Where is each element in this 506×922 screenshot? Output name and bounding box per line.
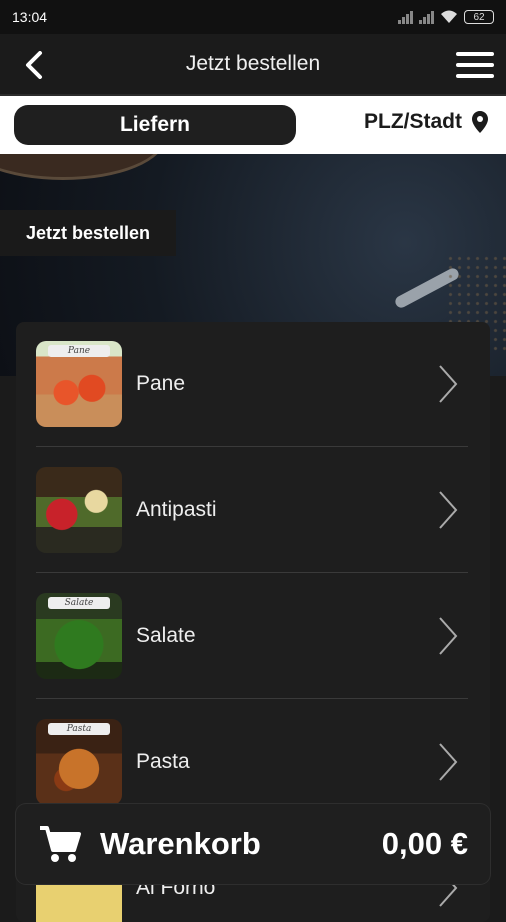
category-label: Salate xyxy=(136,624,196,647)
cart-bar[interactable]: Warenkorb 0,00 € xyxy=(16,804,490,884)
battery-icon: 62 xyxy=(464,10,494,24)
chevron-right-icon xyxy=(439,365,458,403)
image-tag: Salate xyxy=(48,597,110,609)
chevron-right-icon xyxy=(439,743,458,781)
menu-icon[interactable] xyxy=(456,52,494,78)
category-image: Salate xyxy=(36,593,122,679)
delivery-mode-toggle[interactable]: Liefern xyxy=(14,105,296,145)
category-label: Pane xyxy=(136,372,186,395)
status-time: 13:04 xyxy=(12,9,48,25)
image-tag: Pane xyxy=(48,345,110,357)
wifi-icon xyxy=(441,10,457,23)
app-header: Jetzt bestellen xyxy=(0,34,506,96)
category-image xyxy=(36,467,122,553)
location-selector[interactable]: PLZ/Stadt xyxy=(364,110,488,134)
cart-label: Warenkorb xyxy=(100,826,261,861)
category-label: Antipasti xyxy=(136,498,217,521)
location-pin-icon xyxy=(472,111,488,133)
chevron-right-icon xyxy=(439,617,458,655)
cart-total: 0,00 € xyxy=(381,826,468,861)
page-title: Jetzt bestellen xyxy=(185,52,321,75)
category-row-salate[interactable]: Salate Salate xyxy=(36,574,468,699)
back-button[interactable] xyxy=(20,49,48,81)
signal-icon xyxy=(398,10,413,24)
chevron-right-icon xyxy=(439,491,458,529)
image-tag: Pasta xyxy=(48,723,110,735)
status-icons: 62 xyxy=(398,10,494,24)
category-label: Pasta xyxy=(136,750,190,773)
shopping-cart-icon xyxy=(40,826,81,862)
status-bar: 13:04 62 xyxy=(0,0,506,34)
signal-icon-2 xyxy=(419,10,434,24)
hero-food-image xyxy=(0,154,166,180)
category-image: Pasta xyxy=(36,719,122,805)
hero-order-button[interactable]: Jetzt bestellen xyxy=(0,210,176,256)
category-row-pane[interactable]: Pane Pane xyxy=(36,322,468,447)
location-label: PLZ/Stadt xyxy=(364,110,462,133)
category-row-antipasti[interactable]: Antipasti xyxy=(36,448,468,573)
delivery-bar: Liefern PLZ/Stadt xyxy=(0,96,506,154)
chevron-left-icon xyxy=(26,51,42,79)
category-image: Pane xyxy=(36,341,122,427)
